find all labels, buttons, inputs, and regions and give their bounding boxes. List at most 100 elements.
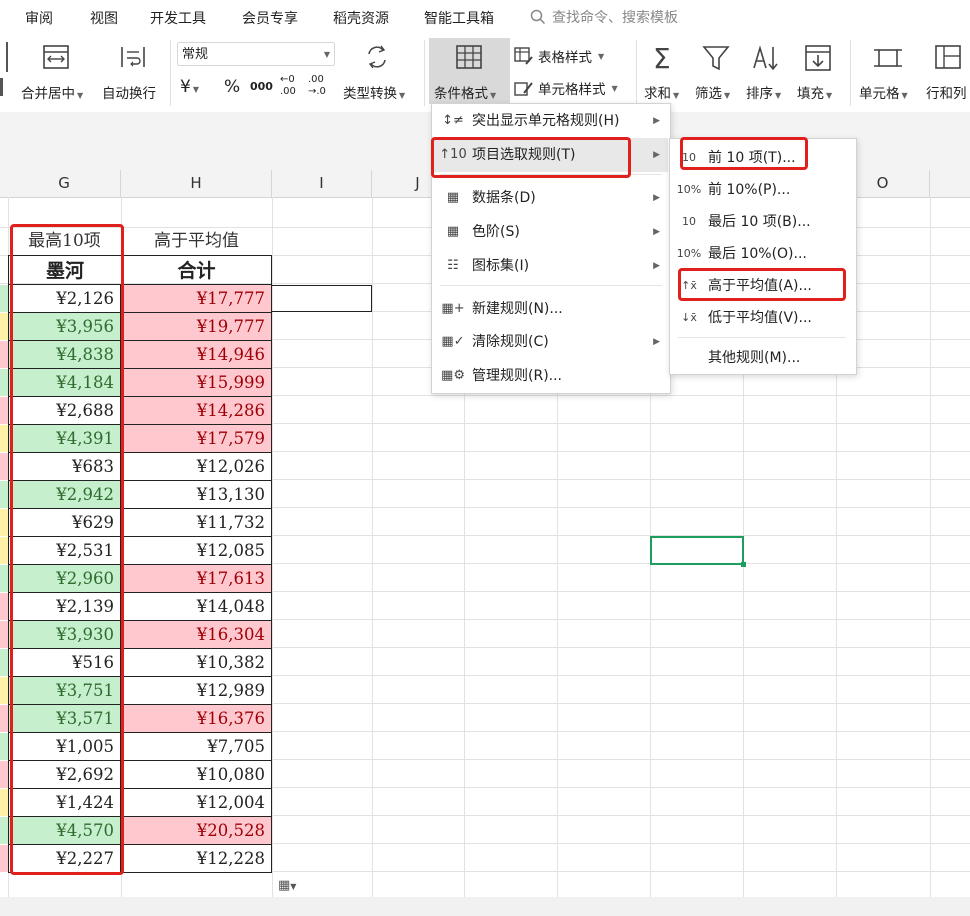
- tab-developer[interactable]: 开发工具: [150, 8, 206, 28]
- row-stub-cell[interactable]: [0, 425, 8, 452]
- cell-h[interactable]: ¥20,528: [121, 817, 272, 845]
- fill-button[interactable]: 填充 ▼: [796, 38, 842, 106]
- cell-h[interactable]: ¥11,732: [121, 509, 272, 537]
- cell-h[interactable]: ¥17,579: [121, 425, 272, 453]
- column-header-h[interactable]: H: [121, 170, 272, 197]
- sort-button[interactable]: 排序 ▼: [745, 38, 791, 106]
- cell-h[interactable]: ¥12,228: [121, 845, 272, 873]
- column-header-i[interactable]: I: [272, 170, 372, 197]
- search-placeholder: 查找命令、搜索模板: [552, 10, 678, 26]
- paste-options-icon[interactable]: ▦▼: [278, 878, 296, 893]
- row-stub-cell[interactable]: [0, 649, 8, 676]
- filter-icon: [702, 46, 730, 71]
- row-stub-cell[interactable]: [0, 705, 8, 732]
- header-top-h[interactable]: 高于平均值: [121, 227, 272, 255]
- filter-button[interactable]: 筛选 ▼: [694, 38, 740, 106]
- merge-center-button[interactable]: 合并居中 ▼: [18, 38, 94, 106]
- below-average-icon: ↓x̄: [681, 311, 697, 324]
- submenu-item[interactable]: ↓x̄ 低于平均值(V)...: [670, 302, 854, 334]
- sum-label: 求和: [644, 86, 671, 102]
- submenu-item[interactable]: 10% 最后 10%(O)...: [670, 238, 854, 270]
- row-stub-cell[interactable]: [0, 677, 8, 704]
- cond-menu-item[interactable]: ↕≠ 突出显示单元格规则(H) ▶: [432, 104, 668, 138]
- row-stub-cell[interactable]: [0, 789, 8, 816]
- row-stub-cell[interactable]: [0, 817, 8, 844]
- submenu-item[interactable]: 10% 前 10%(P)...: [670, 174, 854, 206]
- currency-button[interactable]: ¥ ▼: [180, 74, 220, 100]
- thousands-symbol: 000: [250, 80, 273, 93]
- bottom-10-icon: 10: [682, 215, 696, 228]
- increase-decimal-button[interactable]: ←0.00: [280, 74, 304, 100]
- tab-review[interactable]: 审阅: [25, 8, 53, 28]
- cell-h[interactable]: ¥10,382: [121, 649, 272, 677]
- row-stub-cell[interactable]: [0, 313, 8, 340]
- row-stub-cell[interactable]: [0, 593, 8, 620]
- row-stub-cell[interactable]: [0, 537, 8, 564]
- column-header-p[interactable]: [930, 170, 970, 197]
- search-box[interactable]: 查找命令、搜索模板: [530, 6, 678, 28]
- new-rule-icon: ▦+: [441, 301, 465, 316]
- number-format-select[interactable]: 常规 ▼: [177, 42, 335, 66]
- cell-h[interactable]: ¥12,085: [121, 537, 272, 565]
- row-stub-cell[interactable]: [0, 509, 8, 536]
- cell-h[interactable]: ¥17,613: [121, 565, 272, 593]
- cell-i-border[interactable]: [272, 285, 372, 312]
- tab-docer[interactable]: 稻壳资源: [333, 8, 389, 28]
- cond-menu-item[interactable]: ▦⚙ 管理规则(R)...: [432, 359, 668, 393]
- cell-style-button[interactable]: 单元格样式 ▼: [514, 76, 632, 100]
- cond-menu-item[interactable]: ▦✓ 清除规则(C) ▶: [432, 325, 668, 359]
- row-stub-cell[interactable]: [0, 341, 8, 368]
- thousands-button[interactable]: 000: [250, 74, 276, 100]
- sum-button[interactable]: Σ 求和 ▼: [643, 38, 689, 106]
- tab-smart-tools[interactable]: 智能工具箱: [424, 8, 494, 28]
- selected-cell[interactable]: [650, 536, 744, 565]
- column-header-g[interactable]: G: [8, 170, 121, 197]
- submenu-item[interactable]: 10 最后 10 项(B)...: [670, 206, 854, 238]
- cell-h[interactable]: ¥16,304: [121, 621, 272, 649]
- fill-handle[interactable]: [741, 562, 746, 567]
- cond-menu-item[interactable]: ▦ 色阶(S) ▶: [432, 215, 668, 249]
- row-stub-cell[interactable]: [0, 285, 8, 312]
- tab-view[interactable]: 视图: [90, 8, 118, 28]
- conditional-format-button[interactable]: 条件格式 ▼: [429, 38, 510, 104]
- row-stub-cell[interactable]: [0, 565, 8, 592]
- row-stub-cell[interactable]: [0, 845, 8, 872]
- type-convert-button[interactable]: 类型转换 ▼: [340, 38, 416, 106]
- cell-h[interactable]: ¥19,777: [121, 313, 272, 341]
- cell-h[interactable]: ¥16,376: [121, 705, 272, 733]
- cell-h[interactable]: ¥14,946: [121, 341, 272, 369]
- cell-h[interactable]: ¥7,705: [121, 733, 272, 761]
- bottom-10-percent-icon: 10%: [676, 247, 702, 260]
- cell-h[interactable]: ¥12,004: [121, 789, 272, 817]
- cell-h[interactable]: ¥12,989: [121, 677, 272, 705]
- submenu-item[interactable]: 其他规则(M)...: [670, 342, 854, 374]
- row-stub-cell[interactable]: [0, 397, 8, 424]
- row-stub-cell[interactable]: [0, 481, 8, 508]
- percent-button[interactable]: %: [224, 74, 246, 100]
- row-stub-cell[interactable]: [0, 733, 8, 760]
- row-col-button[interactable]: 行和列: [924, 38, 970, 106]
- wrap-text-button[interactable]: 自动换行: [100, 38, 166, 106]
- decrease-decimal-button[interactable]: .00 →.0: [308, 74, 334, 100]
- cell-h[interactable]: ¥12,026: [121, 453, 272, 481]
- tab-member[interactable]: 会员专享: [242, 8, 298, 28]
- cell-button[interactable]: 单元格 ▼: [857, 38, 919, 106]
- row-stub-cell[interactable]: [0, 453, 8, 480]
- header-h[interactable]: 合计: [121, 255, 272, 285]
- cell-h[interactable]: ¥13,130: [121, 481, 272, 509]
- cell-h[interactable]: ¥14,286: [121, 397, 272, 425]
- row-stub-cell[interactable]: [0, 621, 8, 648]
- cond-menu-item-label: 图标集(I): [472, 258, 530, 274]
- row-stub-cell[interactable]: [0, 369, 8, 396]
- table-style-button[interactable]: 表格样式 ▼: [514, 44, 624, 68]
- other-rules-icon: [678, 349, 700, 367]
- cell-h[interactable]: ¥17,777: [121, 285, 272, 313]
- submenu-arrow-icon: ▶: [653, 227, 660, 237]
- row-stub-cell[interactable]: [0, 761, 8, 788]
- cell-h[interactable]: ¥14,048: [121, 593, 272, 621]
- cond-menu-item[interactable]: ▦+ 新建规则(N)...: [432, 292, 668, 326]
- cond-menu-item[interactable]: ▦ 数据条(D) ▶: [432, 181, 668, 215]
- cell-h[interactable]: ¥15,999: [121, 369, 272, 397]
- cond-menu-item[interactable]: ☷ 图标集(I) ▶: [432, 249, 668, 283]
- cell-h[interactable]: ¥10,080: [121, 761, 272, 789]
